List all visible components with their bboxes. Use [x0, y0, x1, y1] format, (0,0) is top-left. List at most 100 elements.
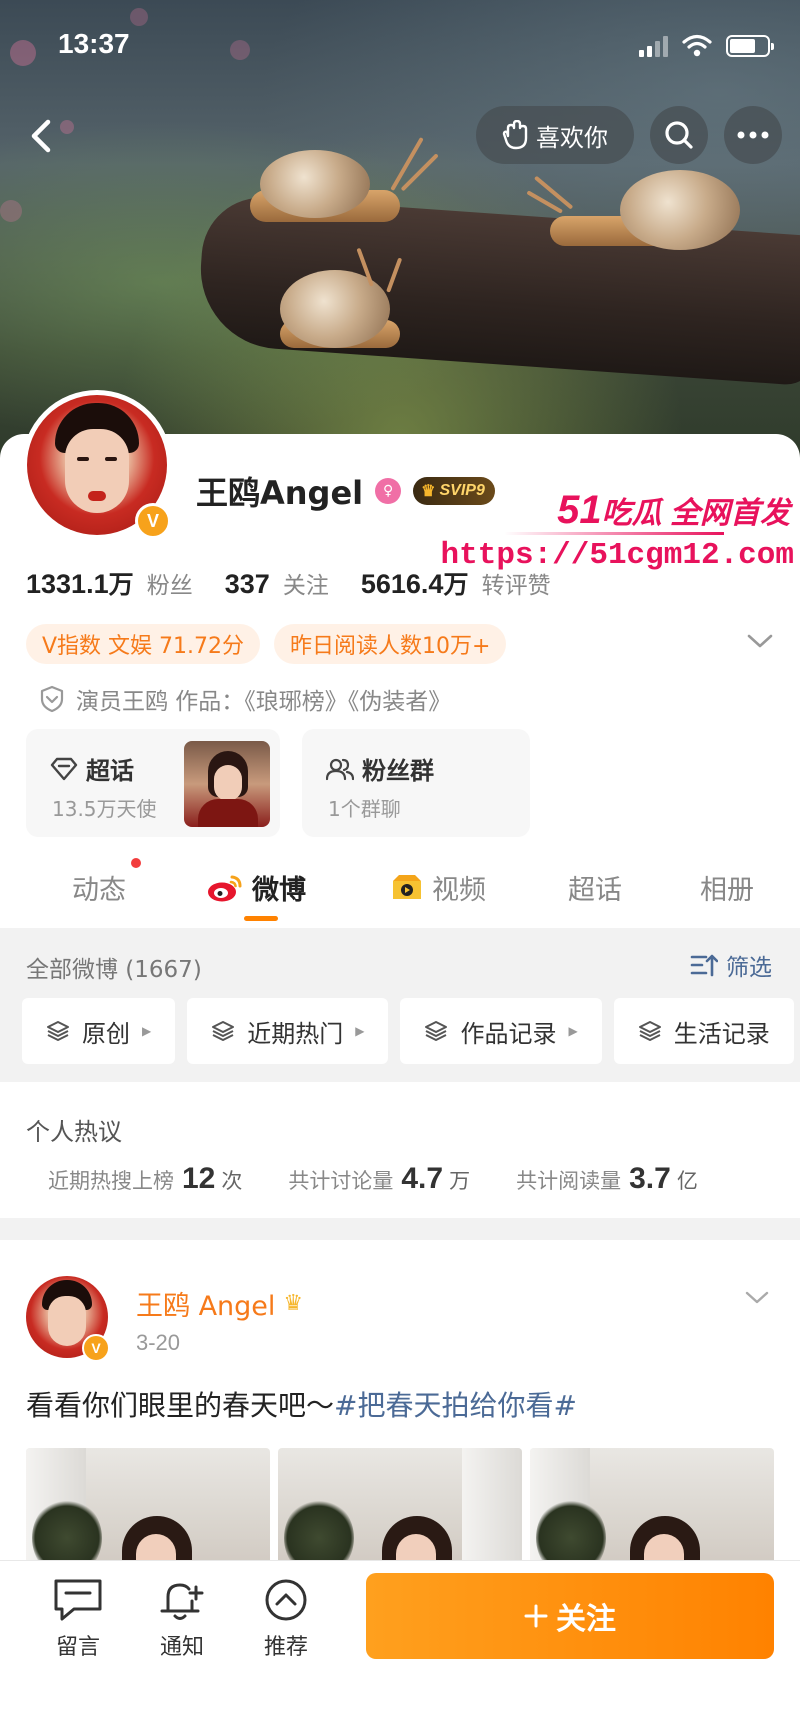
tab-album[interactable]: 相册	[700, 868, 754, 907]
hot-stat-value: 4.7	[401, 1162, 444, 1195]
active-tab-indicator	[244, 916, 278, 921]
post-image[interactable]	[26, 1448, 270, 1578]
filter-chip-original[interactable]: 原创 ▶	[22, 998, 176, 1064]
tab-super-topic[interactable]: 超话	[568, 868, 622, 907]
post-author-name: 王鸥 Angel	[136, 1291, 276, 1322]
crown-icon: ♛	[283, 1291, 304, 1316]
recommend-label: 推荐	[263, 1635, 308, 1660]
plus-icon	[524, 1604, 548, 1628]
watermark-number: 51	[557, 488, 602, 532]
group-icon	[326, 758, 354, 780]
stat-label: 粉丝	[146, 573, 193, 599]
certification-text: 演员王鸥 作品：《琅琊榜》《伪装者》	[76, 689, 452, 715]
stat-unit: 万	[108, 570, 134, 599]
hot-stat-value: 3.7	[629, 1162, 671, 1195]
comment-icon	[54, 1579, 102, 1621]
tab-label: 视频	[432, 875, 486, 906]
hot-stat-reads: 共计阅读量 3.7 亿	[516, 1162, 698, 1196]
v-index-chip[interactable]: V指数 文娱 71.72分	[26, 624, 261, 664]
notification-dot	[131, 858, 141, 868]
tab-label: 超话	[568, 875, 622, 906]
wifi-icon	[682, 34, 712, 57]
recommend-button[interactable]: 推荐	[246, 1577, 326, 1661]
post-date: 3-20	[136, 1330, 181, 1355]
fan-group-card[interactable]: 粉丝群 1个群聊	[302, 729, 530, 837]
tab-video[interactable]: 视频	[390, 868, 486, 907]
weibo-post: V 王鸥 Angel ♛ 3-20 看看你们眼里的春天吧～#把春天拍给你看#	[0, 1228, 800, 1578]
chevron-down-icon	[747, 634, 773, 648]
filter-chip-label: 生活记录	[673, 1019, 770, 1048]
verified-badge-icon: V	[135, 503, 171, 539]
filter-chip-label: 近期热门	[247, 1019, 344, 1048]
svip-level: SVIP9	[439, 482, 485, 499]
bottom-action-bar: 留言 通知 推荐 关注	[0, 1560, 800, 1731]
super-topic-subtitle: 13.5万天使	[52, 797, 157, 821]
stat-interactions[interactable]: 5616.4万 转评赞	[361, 565, 551, 601]
stat-unit: 万	[443, 570, 469, 599]
hot-stat-value: 12	[182, 1162, 216, 1195]
watermark-slogan: 吃瓜 全网首发	[601, 497, 790, 530]
expand-button[interactable]	[746, 632, 774, 654]
follow-button[interactable]: 关注	[366, 1573, 774, 1659]
post-more-button[interactable]	[744, 1290, 770, 1310]
all-posts-count: 全部微博 (1667)	[26, 957, 202, 983]
more-dots-icon	[737, 131, 769, 139]
post-filter-area: 全部微博 (1667) 筛选 原创 ▶ 近期热门 ▶ 作品记录 ▶ 生活记录	[0, 928, 800, 1082]
comment-button[interactable]: 留言	[38, 1577, 118, 1661]
stat-following[interactable]: 337 关注	[225, 566, 329, 600]
hot-stat-label: 近期热搜上榜	[48, 1169, 174, 1193]
post-body: 看看你们眼里的春天吧～	[26, 1389, 335, 1422]
filter-chip-recent-hot[interactable]: 近期热门 ▶	[187, 998, 389, 1064]
shield-icon	[40, 685, 64, 713]
follow-label: 关注	[556, 1602, 616, 1637]
stat-label: 关注	[282, 573, 329, 599]
hot-stat-label: 共计阅读量	[516, 1169, 622, 1193]
caret-right-icon: ▶	[568, 1024, 578, 1038]
filter-button[interactable]: 筛选	[690, 948, 772, 982]
post-topic-link[interactable]: #把春天拍给你看#	[334, 1389, 577, 1422]
post-image[interactable]	[278, 1448, 522, 1578]
tab-weibo[interactable]: 微博	[206, 868, 306, 907]
filter-chip-works[interactable]: 作品记录 ▶	[400, 998, 602, 1064]
stat-followers[interactable]: 1331.1万 粉丝	[26, 565, 193, 601]
status-bar: 13:37	[0, 0, 800, 90]
tab-dynamics[interactable]: 动态	[72, 868, 126, 907]
post-image[interactable]	[530, 1448, 774, 1578]
like-you-label: 喜欢你	[536, 123, 608, 152]
chevron-down-icon	[745, 1291, 769, 1304]
hot-stat-unit: 次	[221, 1169, 243, 1193]
notify-label: 通知	[159, 1635, 204, 1660]
fan-group-title: 粉丝群	[362, 757, 434, 785]
filter-chip-life[interactable]: 生活记录	[613, 998, 794, 1064]
daily-readers-chip[interactable]: 昨日阅读人数10万+	[274, 624, 507, 664]
more-button[interactable]	[724, 106, 782, 164]
hot-stat-unit: 万	[449, 1169, 471, 1193]
super-topic-card[interactable]: 超话 13.5万天使	[26, 729, 280, 837]
female-icon: ♀	[375, 478, 402, 504]
post-image-grid	[26, 1448, 774, 1578]
search-button[interactable]	[650, 106, 708, 164]
post-text: 看看你们眼里的春天吧～#把春天拍给你看#	[26, 1384, 577, 1424]
fan-group-subtitle: 1个群聊	[328, 797, 401, 821]
diamond-icon	[50, 757, 78, 780]
back-button[interactable]	[18, 112, 62, 160]
personal-hot-title: 个人热议	[26, 1118, 122, 1146]
svip-badge[interactable]: ♛ SVIP9	[413, 477, 495, 505]
post-author-name-row[interactable]: 王鸥 Angel ♛	[136, 1284, 303, 1323]
back-arrow-icon	[31, 119, 51, 153]
stat-value: 5616.4	[360, 569, 444, 599]
stat-value: 1331.1	[26, 569, 109, 599]
like-you-button[interactable]: 喜欢你	[476, 106, 634, 164]
hand-wave-icon	[502, 120, 528, 150]
profile-tabs: 动态 微博 视频 超话 相册	[0, 850, 800, 924]
post-verified-badge-icon: V	[82, 1334, 110, 1362]
profile-avatar[interactable]: V	[22, 390, 172, 540]
layers-icon	[47, 1021, 69, 1041]
filter-chip-label: 作品记录	[460, 1019, 557, 1048]
notify-button[interactable]: 通知	[142, 1577, 222, 1661]
super-topic-thumbnail	[184, 741, 270, 827]
weibo-icon	[208, 875, 242, 901]
hot-stat-discussions: 共计讨论量 4.7 万	[288, 1162, 470, 1196]
profile-stats: 1331.1万 粉丝 337 关注 5616.4万 转评赞	[26, 565, 551, 601]
filter-label: 筛选	[726, 955, 772, 981]
